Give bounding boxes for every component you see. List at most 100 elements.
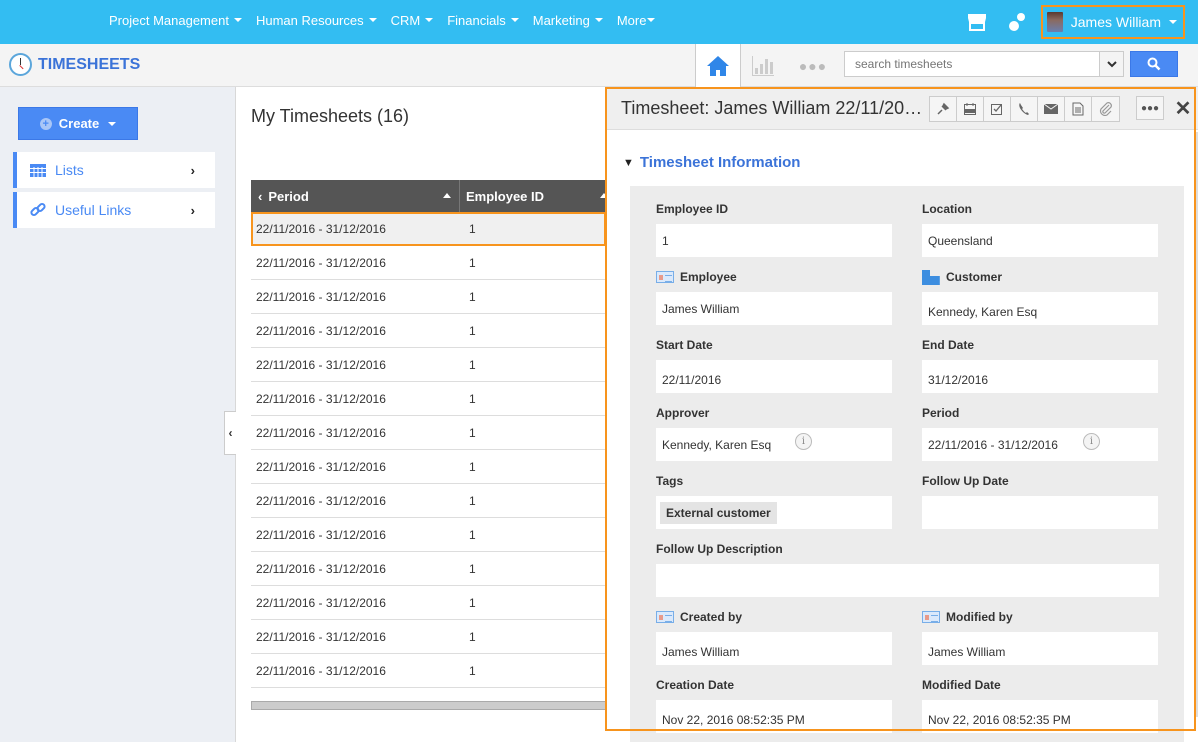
- created-by-value[interactable]: James William: [662, 645, 739, 659]
- table-row[interactable]: 22/11/2016 - 31/12/2016 1: [251, 484, 606, 518]
- cell-period: 22/11/2016 - 31/12/2016: [256, 629, 386, 644]
- pin-button[interactable]: [930, 97, 957, 121]
- end-date-value: 31/12/2016: [928, 372, 989, 387]
- cell-employee-id: 1: [469, 391, 476, 406]
- info-icon[interactable]: i: [795, 433, 812, 450]
- table-row[interactable]: 22/11/2016 - 31/12/2016 1: [251, 382, 606, 416]
- contact-card-icon: [922, 611, 940, 623]
- chevron-left-icon[interactable]: ‹: [258, 189, 262, 204]
- more-actions-button[interactable]: ●●●: [1136, 96, 1164, 120]
- field-value[interactable]: Kennedy, Karen Esq i: [656, 428, 892, 461]
- app-title-text: TIMESHEETS: [38, 55, 141, 73]
- table-row[interactable]: 22/11/2016 - 31/12/2016 1: [251, 654, 606, 688]
- employee-value[interactable]: James William: [662, 302, 739, 316]
- chevron-down-icon: [1106, 60, 1117, 67]
- nav-project-management[interactable]: Project Management: [102, 13, 249, 28]
- create-button[interactable]: + Create: [18, 107, 138, 140]
- detail-title: Timesheet: James William 22/11/20…: [621, 98, 923, 118]
- column-header-employee-id[interactable]: Employee ID: [460, 180, 608, 212]
- send-email-button[interactable]: [1038, 97, 1065, 121]
- table-row[interactable]: 22/11/2016 - 31/12/2016 1: [251, 416, 606, 450]
- home-tab[interactable]: [695, 44, 741, 88]
- cell-employee-id: 1: [469, 459, 476, 474]
- sidebar-item-label: Lists: [55, 162, 84, 178]
- sort-ascending-icon: [443, 193, 451, 198]
- pin-icon: [937, 102, 950, 115]
- label-text: Employee: [680, 270, 737, 284]
- nav-label: Human Resources: [255, 12, 364, 28]
- table-row[interactable]: 22/11/2016 - 31/12/2016 1: [251, 620, 606, 654]
- timesheet-list-panel: My Timesheets (16) ‹ Period Employee ID …: [236, 87, 608, 742]
- add-task-button[interactable]: [984, 97, 1011, 121]
- add-event-button[interactable]: [957, 97, 984, 121]
- table-row[interactable]: 22/11/2016 - 31/12/2016 1: [251, 348, 606, 382]
- add-note-button[interactable]: [1065, 97, 1092, 121]
- table-row[interactable]: 22/11/2016 - 31/12/2016 1: [251, 212, 606, 246]
- chevron-down-icon: ▼: [623, 156, 634, 169]
- chat-icon[interactable]: [997, 2, 1037, 42]
- sidebar-item-lists[interactable]: Lists ›: [13, 152, 215, 188]
- field-value[interactable]: [922, 496, 1158, 529]
- modified-by-value[interactable]: James William: [928, 645, 1005, 659]
- field-value[interactable]: 1: [656, 224, 892, 257]
- field-value[interactable]: James William: [656, 632, 892, 665]
- log-call-button[interactable]: [1011, 97, 1038, 121]
- field-value[interactable]: Queensland: [922, 224, 1158, 257]
- cell-period: 22/11/2016 - 31/12/2016: [256, 459, 386, 474]
- collapse-sidebar-button[interactable]: ‹: [224, 411, 236, 455]
- table-row[interactable]: 22/11/2016 - 31/12/2016 1: [251, 518, 606, 552]
- field-value[interactable]: [656, 564, 1159, 597]
- field-value[interactable]: 22/11/2016 - 31/12/2016 i: [922, 428, 1158, 461]
- attach-file-button[interactable]: [1092, 97, 1119, 121]
- field-value[interactable]: Nov 22, 2016 08:52:35 PM: [922, 700, 1158, 733]
- table-row[interactable]: 22/11/2016 - 31/12/2016 1: [251, 246, 606, 280]
- field-label: End Date: [922, 338, 975, 352]
- table-row[interactable]: 22/11/2016 - 31/12/2016 1: [251, 586, 606, 620]
- field-value[interactable]: 22/11/2016: [656, 360, 892, 393]
- table-row[interactable]: 22/11/2016 - 31/12/2016 1: [251, 314, 606, 348]
- nav-financials[interactable]: Financials: [440, 13, 526, 28]
- nav-human-resources[interactable]: Human Resources: [249, 13, 384, 28]
- calendar-icon: [964, 103, 976, 115]
- ellipsis-icon: ●●●: [1140, 102, 1160, 114]
- customer-value[interactable]: Kennedy, Karen Esq: [928, 305, 1037, 319]
- nav-marketing[interactable]: Marketing: [526, 13, 610, 28]
- period-value[interactable]: 22/11/2016 - 31/12/2016: [928, 438, 1058, 452]
- analytics-tab[interactable]: [750, 54, 776, 78]
- nav-crm[interactable]: CRM: [384, 13, 441, 28]
- field-value[interactable]: Nov 22, 2016 08:52:35 PM: [656, 700, 892, 733]
- tag-chip[interactable]: External customer: [660, 501, 777, 524]
- app-toolbar: TIMESHEETS ●●●: [0, 44, 1198, 88]
- top-right-icons: James William: [957, 0, 1198, 44]
- column-header-period[interactable]: ‹ Period: [251, 180, 460, 212]
- more-tabs-icon[interactable]: ●●●: [799, 54, 826, 78]
- horizontal-scrollbar[interactable]: [251, 701, 606, 710]
- section-toggle-timesheet-information[interactable]: ▼ Timesheet Information: [623, 154, 800, 171]
- store-icon[interactable]: [957, 2, 997, 42]
- table-row[interactable]: 22/11/2016 - 31/12/2016 1: [251, 552, 606, 586]
- info-icon[interactable]: i: [1083, 433, 1100, 450]
- search-options-dropdown[interactable]: [1099, 52, 1123, 76]
- field-employee-id: Employee ID 1: [656, 200, 892, 257]
- sidebar-item-useful-links[interactable]: Useful Links ›: [13, 192, 215, 228]
- phone-icon: [1019, 103, 1029, 115]
- nav-label: Project Management: [109, 12, 229, 28]
- field-value[interactable]: 31/12/2016: [922, 360, 1158, 393]
- close-icon[interactable]: ✕: [1171, 96, 1195, 120]
- app-title[interactable]: TIMESHEETS: [9, 53, 140, 76]
- field-value[interactable]: Kennedy, Karen Esq: [922, 292, 1158, 325]
- label-text: Created by: [680, 610, 743, 624]
- approver-value[interactable]: Kennedy, Karen Esq: [662, 438, 771, 452]
- field-value[interactable]: External customer: [656, 496, 892, 529]
- table-row[interactable]: 22/11/2016 - 31/12/2016 1: [251, 450, 606, 484]
- cell-period: 22/11/2016 - 31/12/2016: [256, 255, 386, 270]
- search-input[interactable]: [845, 52, 1099, 76]
- field-value[interactable]: James William: [656, 292, 892, 325]
- field-label: Start Date: [656, 338, 713, 352]
- nav-more[interactable]: More: [610, 13, 663, 28]
- field-label: Employee: [656, 268, 892, 286]
- user-menu[interactable]: James William: [1040, 5, 1185, 39]
- field-value[interactable]: James William: [922, 632, 1158, 665]
- table-row[interactable]: 22/11/2016 - 31/12/2016 1: [251, 280, 606, 314]
- search-button[interactable]: [1130, 51, 1178, 77]
